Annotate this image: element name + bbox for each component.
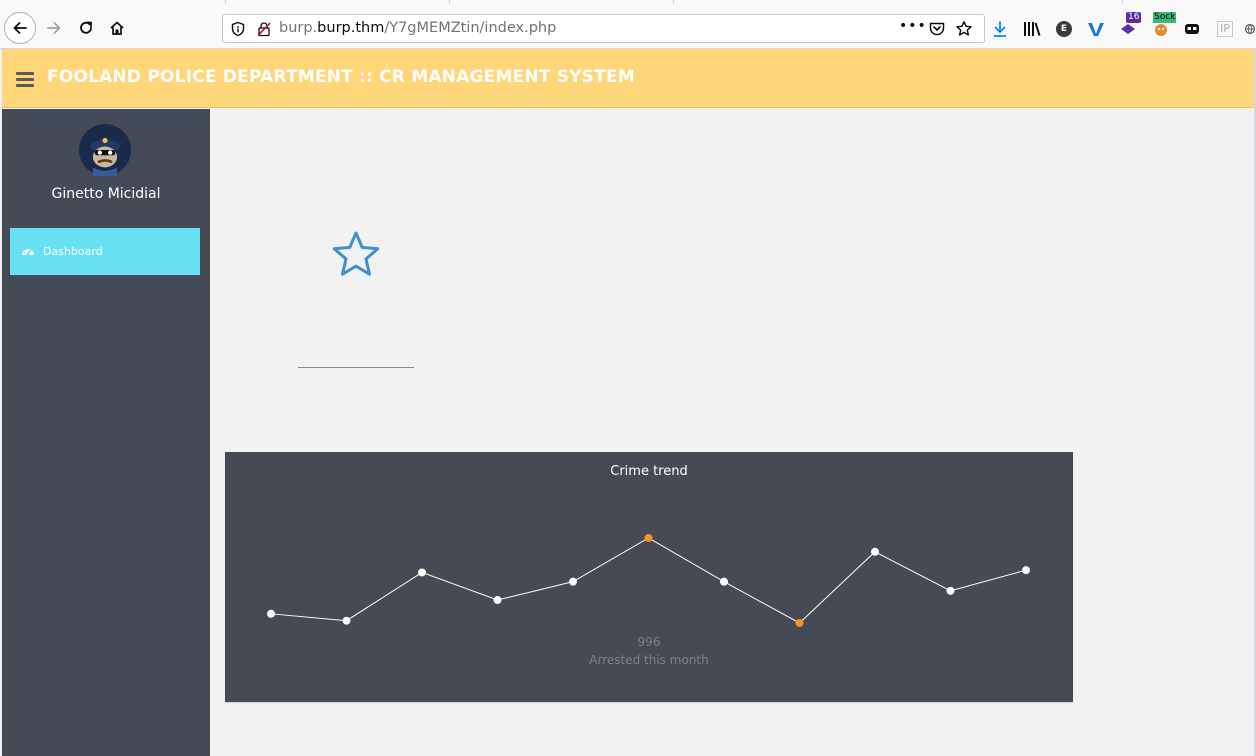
app-header: FOOLAND POLICE DEPARTMENT :: CR MANAGEME… bbox=[2, 49, 1254, 108]
sidebar-item-dashboard[interactable]: Dashboard bbox=[10, 228, 200, 275]
reload-icon bbox=[80, 21, 92, 34]
url-text[interactable]: burp.burp.thm/Y7gMEMZtin/index.php bbox=[279, 20, 556, 36]
extension-hackbar-button[interactable]: 16 bbox=[1118, 12, 1142, 40]
home-button[interactable] bbox=[101, 12, 133, 44]
extension-e-icon: E bbox=[1056, 21, 1072, 37]
data-point[interactable] bbox=[795, 619, 804, 627]
tab-divider bbox=[225, 0, 449, 4]
back-button[interactable] bbox=[4, 12, 36, 44]
url-domain: burp.thm bbox=[317, 20, 385, 36]
bookmark-star-icon[interactable] bbox=[955, 20, 973, 38]
data-point[interactable] bbox=[720, 577, 728, 586]
data-point[interactable] bbox=[871, 547, 879, 556]
page-actions-menu-button[interactable]: ••• bbox=[899, 18, 927, 34]
home-icon bbox=[110, 21, 124, 35]
hackbar-badge: 16 bbox=[1126, 12, 1142, 23]
tab-strip bbox=[0, 0, 1256, 4]
data-point[interactable] bbox=[644, 534, 653, 542]
stat-value: 996 bbox=[637, 635, 661, 649]
data-point[interactable] bbox=[418, 568, 426, 577]
forward-arrow-icon bbox=[47, 22, 61, 34]
url-prefix: burp. bbox=[279, 20, 318, 36]
tab-divider bbox=[673, 0, 897, 4]
downloads-button[interactable] bbox=[989, 18, 1011, 40]
sock-icon bbox=[1155, 24, 1167, 36]
data-point[interactable] bbox=[342, 616, 351, 625]
download-arrow-icon bbox=[994, 21, 1006, 37]
pocket-icon[interactable] bbox=[928, 20, 946, 38]
crime-trend-chart: Crime trend 996 Arrested this month bbox=[225, 452, 1073, 702]
data-point[interactable] bbox=[1022, 566, 1030, 575]
ip-icon: IP bbox=[1217, 21, 1233, 37]
data-point[interactable] bbox=[569, 577, 577, 586]
back-arrow-icon bbox=[13, 22, 27, 34]
avatar[interactable] bbox=[75, 124, 135, 176]
mask-icon bbox=[1185, 24, 1199, 34]
extension-ip-button[interactable]: IP bbox=[1214, 18, 1236, 40]
extension-mask-button[interactable] bbox=[1181, 18, 1203, 40]
address-bar[interactable]: burp.burp.thm/Y7gMEMZtin/index.php ••• bbox=[222, 14, 985, 43]
url-path: /Y7gMEMZtin/index.php bbox=[384, 20, 557, 36]
extension-wappalyzer-button[interactable] bbox=[1085, 18, 1107, 40]
data-point[interactable] bbox=[493, 596, 502, 605]
stat-label: Arrested this month bbox=[589, 653, 709, 667]
data-point[interactable] bbox=[946, 586, 955, 595]
extension-e-button[interactable]: E bbox=[1053, 18, 1075, 40]
sidebar-item-label: Dashboard bbox=[43, 245, 103, 258]
insecure-lock-icon bbox=[257, 22, 271, 37]
data-point[interactable] bbox=[267, 609, 275, 618]
divider-line bbox=[298, 367, 414, 368]
globe-icon bbox=[1244, 23, 1256, 35]
star-icon bbox=[332, 231, 380, 276]
extension-overflow-button[interactable] bbox=[1244, 18, 1256, 40]
wappalyzer-icon bbox=[1088, 23, 1104, 36]
sock-badge: Sock bbox=[1153, 12, 1177, 23]
sidebar: Ginetto Micidial Dashboard bbox=[2, 109, 210, 756]
browser-toolbar: burp.burp.thm/Y7gMEMZtin/index.php ••• E bbox=[0, 0, 1256, 49]
user-name: Ginetto Micidial bbox=[51, 186, 161, 202]
series-line bbox=[270, 537, 1027, 624]
extension-sock-button[interactable]: Sock bbox=[1150, 12, 1177, 40]
site-info-icon[interactable] bbox=[230, 21, 246, 37]
tab-divider bbox=[449, 0, 673, 4]
reload-button[interactable] bbox=[70, 12, 102, 44]
forward-button[interactable] bbox=[38, 12, 70, 44]
library-button[interactable] bbox=[1021, 18, 1043, 40]
dashboard-icon bbox=[22, 248, 34, 255]
menu-toggle-icon[interactable] bbox=[16, 72, 34, 87]
app-title: FOOLAND POLICE DEPARTMENT :: CR MANAGEME… bbox=[47, 67, 635, 87]
library-icon bbox=[1024, 22, 1041, 36]
tab-divider bbox=[1122, 0, 1256, 4]
